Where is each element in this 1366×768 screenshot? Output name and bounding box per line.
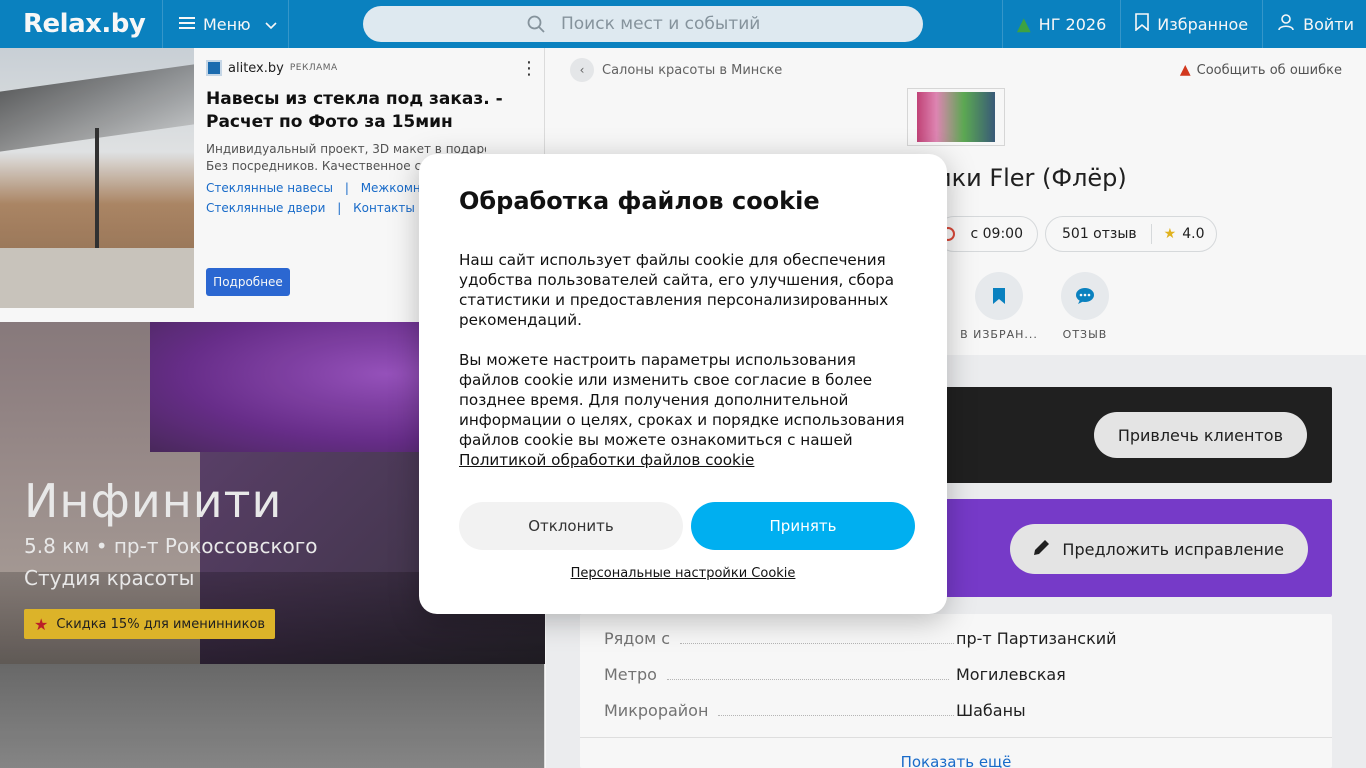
cookie-settings-link[interactable]: Персональные настройки Cookie bbox=[419, 566, 947, 581]
cookie-dialog: Обработка файлов cookie Наш сайт использ… bbox=[419, 154, 947, 614]
cookie-text: Наш сайт использует файлы cookie для обе… bbox=[459, 250, 911, 470]
cookie-title: Обработка файлов cookie bbox=[459, 187, 820, 215]
accept-button[interactable]: Принять bbox=[691, 502, 915, 550]
cookie-paragraph: Наш сайт использует файлы cookie для обе… bbox=[459, 251, 895, 329]
decline-button[interactable]: Отклонить bbox=[459, 502, 683, 550]
cookie-policy-link[interactable]: Политикой обработки файлов cookie bbox=[459, 451, 754, 469]
cookie-paragraph: Вы можете настроить параметры использова… bbox=[459, 350, 911, 470]
cookie-paragraph-text: Вы можете настроить параметры использова… bbox=[459, 351, 905, 449]
